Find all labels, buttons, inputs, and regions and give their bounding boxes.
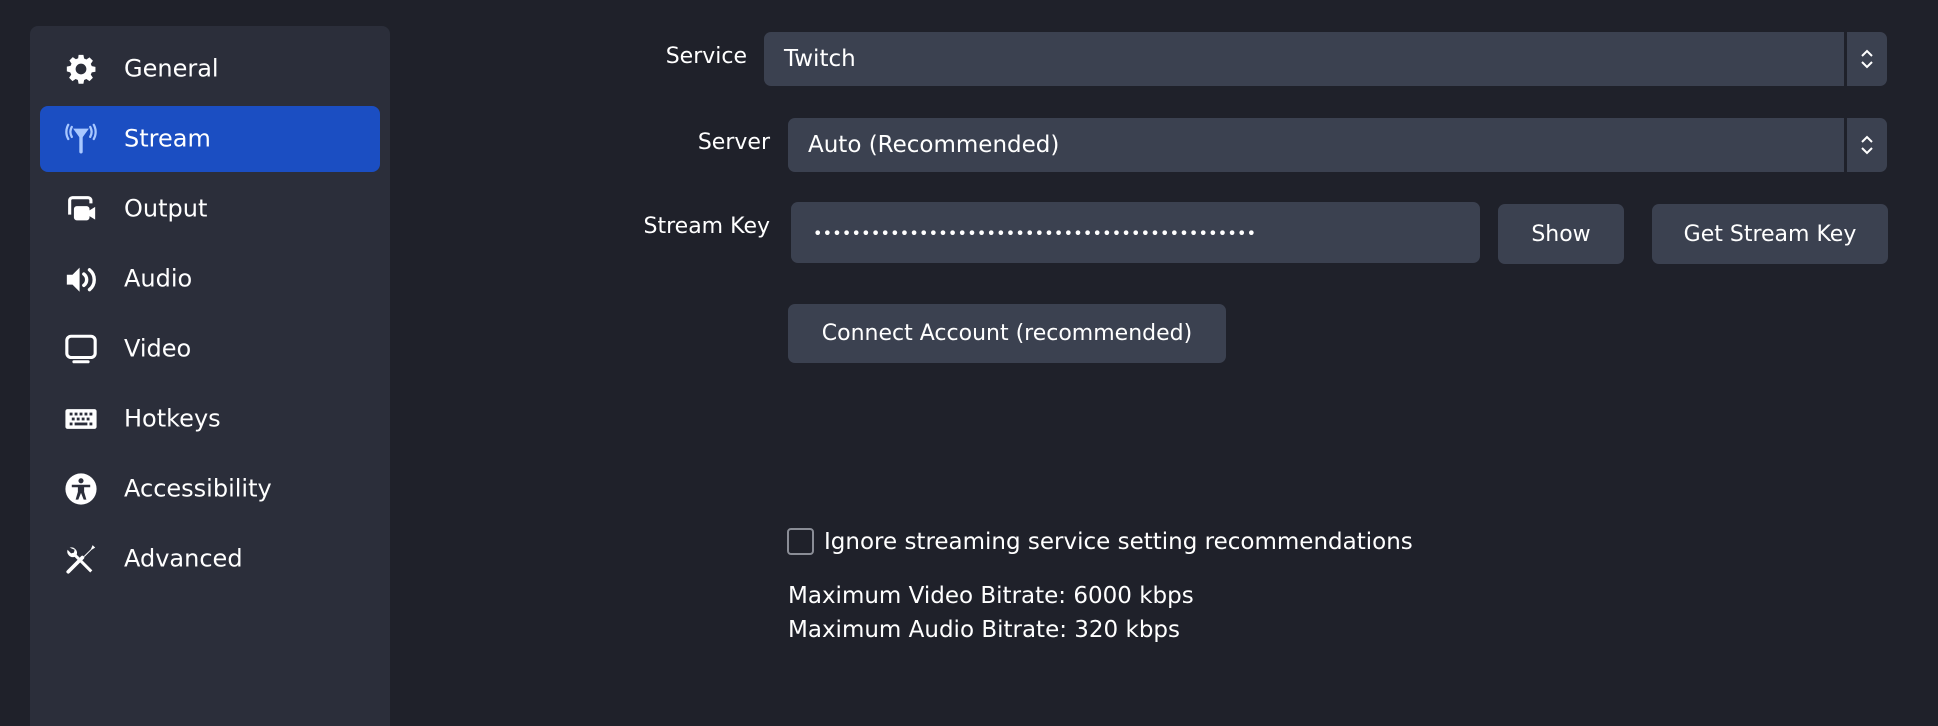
stream-key-label: Stream Key: [643, 214, 770, 239]
show-key-button[interactable]: Show: [1498, 204, 1624, 264]
sidebar-item-advanced[interactable]: Advanced: [40, 526, 380, 592]
sidebar-item-accessibility[interactable]: Accessibility: [40, 456, 380, 522]
sidebar-item-label: Output: [124, 194, 208, 223]
sidebar-item-label: Audio: [124, 264, 193, 293]
chevron-up-down-icon: [1847, 118, 1887, 172]
server-label: Server: [697, 130, 770, 155]
service-label: Service: [665, 44, 747, 69]
sidebar-item-video[interactable]: Video: [40, 316, 380, 382]
sidebar-item-label: Hotkeys: [124, 404, 221, 433]
service-value: Twitch: [784, 46, 856, 72]
settings-sidebar: General Stream Output Audio Video Hotkey…: [30, 26, 390, 726]
gear-icon: [64, 52, 98, 86]
connect-account-button[interactable]: Connect Account (recommended): [788, 304, 1226, 363]
sidebar-item-stream[interactable]: Stream: [40, 106, 380, 172]
server-dropdown[interactable]: Auto (Recommended): [788, 118, 1887, 172]
monitor-icon: [64, 332, 98, 366]
max-video-bitrate: Maximum Video Bitrate: 6000 kbps: [788, 583, 1194, 609]
sidebar-item-general[interactable]: General: [40, 36, 380, 102]
ignore-recommendations-checkbox[interactable]: [787, 528, 814, 555]
keyboard-icon: [64, 402, 98, 436]
speaker-icon: [64, 262, 98, 296]
sidebar-item-label: Stream: [124, 124, 211, 153]
antenna-icon: [64, 122, 98, 156]
sidebar-item-label: Advanced: [124, 544, 243, 573]
sidebar-item-output[interactable]: Output: [40, 176, 380, 242]
server-value: Auto (Recommended): [808, 132, 1060, 158]
max-audio-bitrate: Maximum Audio Bitrate: 320 kbps: [788, 617, 1180, 643]
tools-icon: [64, 542, 98, 576]
sidebar-item-label: Video: [124, 334, 192, 363]
get-stream-key-button[interactable]: Get Stream Key: [1652, 204, 1888, 264]
stream-key-input[interactable]: ••••••••••••••••••••••••••••••••••••••••…: [791, 202, 1480, 263]
sidebar-item-label: Accessibility: [124, 474, 272, 503]
chevron-up-down-icon: [1847, 32, 1887, 86]
service-dropdown[interactable]: Twitch: [764, 32, 1887, 86]
stream-key-value: ••••••••••••••••••••••••••••••••••••••••…: [813, 223, 1257, 242]
accessibility-icon: [64, 472, 98, 506]
sidebar-item-audio[interactable]: Audio: [40, 246, 380, 312]
output-camera-icon: [64, 192, 98, 226]
sidebar-item-label: General: [124, 54, 219, 83]
sidebar-item-hotkeys[interactable]: Hotkeys: [40, 386, 380, 452]
ignore-recommendations-label[interactable]: Ignore streaming service setting recomme…: [824, 527, 1413, 557]
